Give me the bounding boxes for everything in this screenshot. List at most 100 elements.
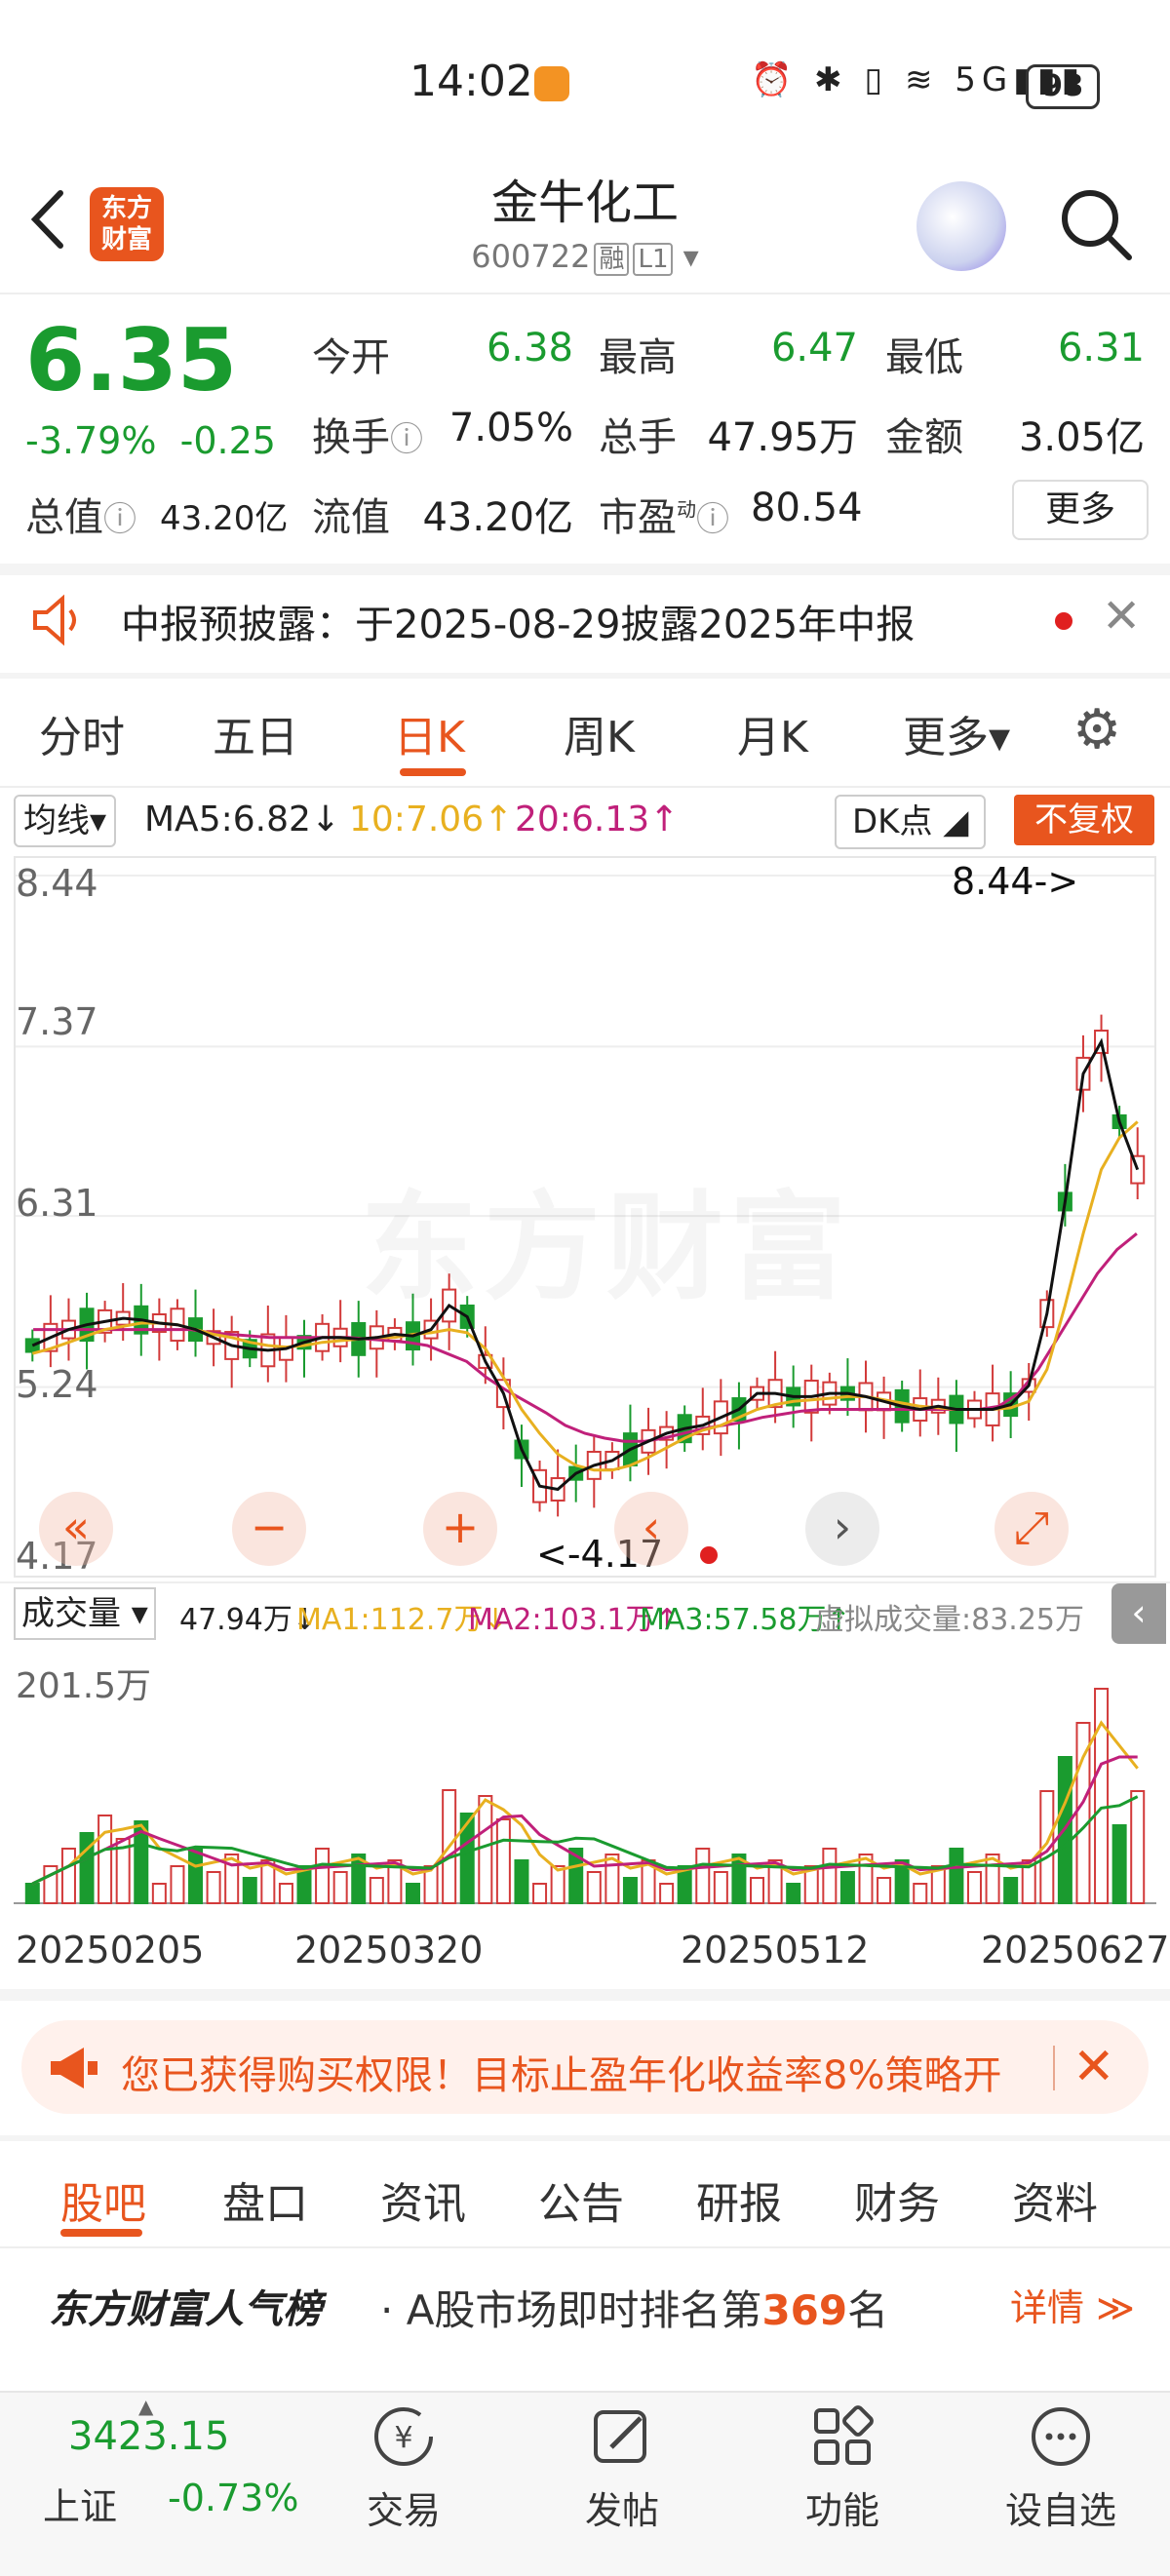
amount-value: 3.05亿 (1018, 415, 1145, 460)
divider (1053, 2046, 1055, 2090)
tab-5day[interactable]: 五日 (213, 702, 298, 764)
volume-chart[interactable] (14, 1648, 1156, 1911)
y-label-max: 8.44 (16, 862, 98, 905)
price-change: -3.79% -0.25 (25, 419, 276, 462)
ma-select-label: 均线 (23, 801, 90, 840)
volume-bar (786, 1883, 801, 1904)
divider (0, 2246, 1170, 2248)
nav-post[interactable]: 发帖 (544, 2402, 700, 2534)
tab-guba[interactable]: 股吧 (60, 2168, 146, 2231)
nav-label: 交易 (366, 2489, 441, 2532)
tab-more[interactable]: 更多▾ (903, 702, 1010, 764)
volume-bar (369, 1877, 384, 1904)
volume-bar (206, 1871, 221, 1904)
next-icon[interactable]: › (805, 1492, 879, 1566)
tab-finance[interactable]: 财务 (854, 2168, 940, 2231)
fullscreen-icon[interactable]: ⤢ (994, 1492, 1069, 1566)
zoom-out-icon[interactable]: − (232, 1492, 306, 1566)
event-dot[interactable] (700, 1546, 718, 1564)
section-gap (0, 564, 1170, 575)
turnover-text: 换手 (312, 415, 390, 460)
volume-select[interactable]: 成交量 ▾ (14, 1587, 156, 1640)
float-value: 43.20亿 (422, 495, 573, 540)
notice-text[interactable]: 中报预披露：于2025-08-29披露2025年中报 (121, 593, 915, 649)
ma20-value: 20:6.13↑ (515, 800, 680, 839)
rewind-icon[interactable]: « (39, 1492, 113, 1566)
tab-news[interactable]: 资讯 (380, 2168, 466, 2231)
prev-icon[interactable]: ‹ (614, 1492, 688, 1566)
ma-select[interactable]: 均线▾ (14, 795, 117, 847)
volume-select-label: 成交量 (21, 1594, 121, 1633)
nav-functions[interactable]: 功能 (764, 2402, 920, 2534)
volume-bar (532, 1883, 548, 1904)
battery-icon: 98 (1026, 64, 1100, 109)
tab-daily-k[interactable]: 日K (394, 702, 465, 764)
tab-minute[interactable]: 分时 (39, 702, 125, 764)
volume-bar (315, 1848, 331, 1904)
rank-detail-link[interactable]: 详情 ≫ (1010, 2278, 1135, 2331)
tab-research[interactable]: 研报 (696, 2168, 782, 2231)
date-label: 20250205 (16, 1929, 205, 1971)
volume-bar (1130, 1790, 1146, 1904)
rank-text: · A股市场即时排名第369名 (380, 2278, 888, 2337)
pe-text: 市盈 (599, 495, 677, 540)
volume-bar (495, 1818, 511, 1904)
tab-announcements[interactable]: 公告 (538, 2168, 624, 2231)
edit-icon (594, 2410, 646, 2463)
search-icon[interactable] (1057, 185, 1135, 263)
date-label: 20250512 (681, 1929, 870, 1971)
rank-suffix: 名 (847, 2286, 889, 2334)
tab-profile[interactable]: 资料 (1012, 2168, 1098, 2231)
more-button[interactable]: 更多 (1012, 480, 1149, 540)
tab-monthly-k[interactable]: 月K (737, 702, 808, 764)
close-icon[interactable]: ✕ (1072, 2038, 1115, 2096)
assistant-avatar[interactable] (916, 181, 1006, 271)
level-tag: L1 (633, 243, 674, 276)
ma10-value: 10:7.06↑ (349, 800, 514, 839)
index-name: 上证 (43, 2485, 118, 2528)
tab-weekly-k[interactable]: 周K (564, 702, 635, 764)
volume-bar (622, 1877, 638, 1904)
volume-bar (913, 1883, 928, 1904)
volume-bar (514, 1859, 529, 1904)
nav-trade[interactable]: ¥ 交易 (326, 2402, 482, 2534)
current-price: 6.35 (25, 310, 238, 410)
turnover-label: 换手ⓘ (312, 406, 423, 462)
max-annotation: 8.44-> (952, 860, 1079, 903)
watermark: 东方财富 (361, 1152, 852, 1322)
date-label: 20250320 (294, 1929, 484, 1971)
grid-icon (814, 2405, 874, 2465)
zoom-in-icon[interactable]: + (423, 1492, 497, 1566)
volume-bar (713, 1871, 728, 1904)
dk-button[interactable]: DK点 ◢ (835, 795, 987, 849)
turnover-value: 7.05% (448, 406, 573, 450)
svg-text:¥: ¥ (394, 2421, 412, 2455)
margin-tag: 融 (594, 243, 630, 276)
signal-label: 5G (955, 60, 1014, 99)
volume-bar (60, 1848, 76, 1904)
date-label: 20250627 (981, 1929, 1170, 1971)
section-gap (0, 1989, 1170, 2001)
nav-label: 功能 (804, 2489, 879, 2532)
info-icon[interactable]: ⓘ (103, 500, 136, 539)
promo-text[interactable]: 您已获得购买权限！目标止盈年化收益率8%策略开 (121, 2044, 1057, 2100)
info-icon[interactable]: ⓘ (696, 500, 729, 539)
code-text: 600722 (471, 238, 591, 275)
mktcap-value: 43.20亿 (160, 499, 289, 538)
speaker-icon (33, 594, 76, 646)
index-value[interactable]: 3423.15 (68, 2414, 229, 2459)
settings-icon[interactable]: ⚙ (1072, 698, 1121, 761)
tab-pankou[interactable]: 盘口 (222, 2168, 308, 2231)
adjust-button[interactable]: 不复权 (1014, 795, 1154, 845)
close-icon[interactable]: ✕ (1102, 589, 1141, 644)
pe-value: 80.54 (751, 486, 863, 530)
change-pct: -3.79% (25, 419, 157, 462)
mktcap-label: 总值ⓘ (25, 486, 136, 542)
collapse-icon[interactable]: ‹ (1112, 1583, 1166, 1644)
nav-add-watchlist[interactable]: 设自选 (983, 2402, 1139, 2534)
virtual-volume: 虚拟成交量:83.25万 (815, 1603, 1084, 1637)
dk-label: DK点 (852, 802, 933, 841)
low-value: 6.31 (1057, 326, 1145, 371)
info-icon[interactable]: ⓘ (390, 420, 423, 459)
volume-bar (332, 1871, 348, 1904)
